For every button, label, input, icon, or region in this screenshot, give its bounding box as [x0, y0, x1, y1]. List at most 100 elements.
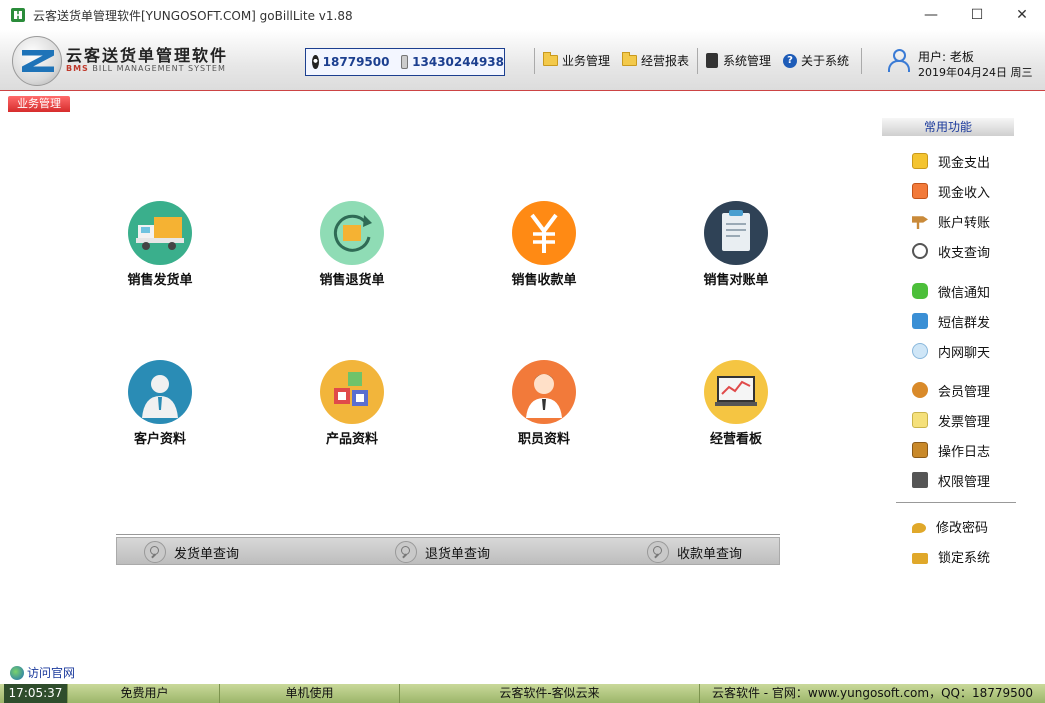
system-icon [706, 53, 719, 68]
tile-sales-return[interactable]: 销售退货单 [287, 201, 417, 288]
sidebar-item-query[interactable]: 收支查询 [912, 241, 990, 261]
sidebar-title: 常用功能 [882, 118, 1014, 136]
folder-icon [622, 52, 638, 66]
user-name: 用户: 老板 [918, 50, 974, 64]
search-icon [395, 541, 417, 563]
tile-customer[interactable]: 客户资料 [95, 360, 225, 447]
query-icon [912, 243, 928, 259]
tile-dashboard[interactable]: 经营看板 [671, 360, 801, 447]
status-website: 云客软件 - 官网：www.yungosoft.com，QQ：18779500 [711, 686, 1034, 700]
status-license: 免费用户 [70, 684, 220, 703]
return-query-button[interactable]: 退货单查询 [395, 538, 490, 566]
menu-reports[interactable]: 经营报表 [616, 46, 695, 76]
globe-icon [10, 665, 24, 680]
window-title: 云客送货单管理软件[YUNGOSOFT.COM] goBillLite v1.8… [33, 8, 353, 23]
log-icon [912, 442, 928, 458]
yen-icon [512, 201, 576, 265]
sidebar-item-transfer[interactable]: 账户转账 [912, 211, 990, 231]
permission-icon [912, 472, 928, 488]
sidebar-item-cash-out[interactable]: 现金支出 [912, 151, 990, 171]
member-icon [912, 382, 928, 398]
sidebar-item-lock[interactable]: 锁定系统 [912, 546, 990, 566]
user-icon [886, 48, 910, 72]
tile-label: 销售发货单 [127, 273, 193, 288]
boxes-icon [320, 360, 384, 424]
sidebar-item-wechat[interactable]: 微信通知 [912, 281, 990, 301]
status-bar: 17:05:37 免费用户 单机使用 云客软件-客似云来 云客软件 - 官网：w… [0, 684, 1045, 703]
phone-icon [401, 55, 409, 69]
delivery-query-button[interactable]: 发货单查询 [144, 538, 239, 566]
menu-separator [861, 47, 863, 74]
invoice-icon [912, 412, 928, 428]
sidebar-item-sms[interactable]: 短信群发 [912, 311, 990, 331]
sidebar-item-log[interactable]: 操作日志 [912, 440, 990, 460]
tile-label: 职员资料 [517, 432, 570, 447]
customer-icon [128, 360, 192, 424]
return-icon [320, 201, 384, 265]
search-icon [144, 541, 166, 563]
receipt-query-button[interactable]: 收款单查询 [647, 538, 742, 566]
folder-icon [543, 52, 558, 66]
help-icon: ? [783, 53, 798, 68]
tab-business[interactable]: 业务管理 [8, 96, 70, 112]
tile-sales-delivery[interactable]: 销售发货单 [95, 201, 225, 288]
chat-icon [912, 343, 928, 359]
logo-subtitle: BMS BILL MANAGEMENT SYSTEM [66, 64, 226, 73]
tile-label: 销售对账单 [703, 273, 769, 288]
sidebar-divider [896, 502, 1016, 503]
search-icon [647, 541, 669, 563]
sms-icon [912, 313, 928, 329]
sidebar-item-permission[interactable]: 权限管理 [912, 470, 990, 490]
sidebar-item-invoice[interactable]: 发票管理 [912, 410, 990, 430]
qq-icon [312, 55, 319, 69]
sidebar-item-member[interactable]: 会员管理 [912, 380, 990, 400]
tile-label: 销售退货单 [319, 273, 385, 288]
sidebar-item-chat[interactable]: 内网聊天 [912, 341, 990, 361]
staff-icon [512, 360, 576, 424]
status-slogan: 云客软件-客似云来 [400, 684, 700, 703]
tile-staff[interactable]: 职员资料 [479, 360, 609, 447]
sidebar-item-cash-in[interactable]: 现金收入 [912, 181, 990, 201]
title-bar: 云客送货单管理软件[YUNGOSOFT.COM] goBillLite v1.8… [0, 0, 1045, 30]
tile-label: 客户资料 [133, 432, 186, 447]
tile-sales-statement[interactable]: 销售对账单 [671, 201, 801, 288]
menu-business[interactable]: 业务管理 [537, 46, 616, 76]
qq-number: 18779500 [322, 55, 390, 69]
menu-separator [534, 47, 535, 74]
maximize-button[interactable]: ☐ [954, 0, 1000, 30]
query-bar-divider [116, 534, 780, 535]
key-icon [912, 523, 926, 533]
tile-label: 经营看板 [709, 432, 762, 447]
wechat-icon [912, 283, 928, 299]
logo-title: 云客送货单管理软件 [66, 46, 229, 65]
lock-icon [912, 553, 928, 564]
tile-product[interactable]: 产品资料 [287, 360, 417, 447]
current-date: 2019年04月24日 周三 [918, 66, 1033, 79]
header: 云客送货单管理软件 BMS BILL MANAGEMENT SYSTEM 187… [0, 30, 1045, 91]
menu-separator [697, 47, 699, 74]
cash-out-icon [912, 153, 928, 169]
query-bar: 发货单查询 退货单查询 收款单查询 [116, 537, 780, 565]
logo-icon [12, 36, 62, 86]
close-button[interactable]: ✕ [999, 0, 1045, 30]
truck-icon [128, 201, 192, 265]
status-clock: 17:05:37 [4, 684, 68, 703]
visit-website-link[interactable]: 访问官网 [10, 664, 75, 681]
transfer-icon [912, 216, 928, 229]
app-icon [11, 8, 25, 22]
phone-number: 13430244938 [412, 55, 504, 69]
contact-box: 18779500 13430244938 [305, 48, 505, 76]
menu-about[interactable]: ? 关于系统 [777, 46, 855, 76]
minimize-button[interactable]: — [908, 0, 954, 30]
status-mode: 单机使用 [220, 684, 400, 703]
tile-sales-receipt[interactable]: 销售收款单 [479, 201, 609, 288]
clipboard-icon [704, 201, 768, 265]
menu-system[interactable]: 系统管理 [700, 46, 777, 76]
cash-in-icon [912, 183, 928, 199]
tile-label: 产品资料 [325, 432, 378, 447]
top-menu: 业务管理 经营报表 系统管理 ? 关于系统 [532, 30, 864, 91]
tile-label: 销售收款单 [511, 273, 577, 288]
app-window: 云客送货单管理软件[YUNGOSOFT.COM] goBillLite v1.8… [0, 0, 1045, 703]
dashboard-icon [704, 360, 768, 424]
sidebar-item-change-password[interactable]: 修改密码 [912, 516, 988, 536]
